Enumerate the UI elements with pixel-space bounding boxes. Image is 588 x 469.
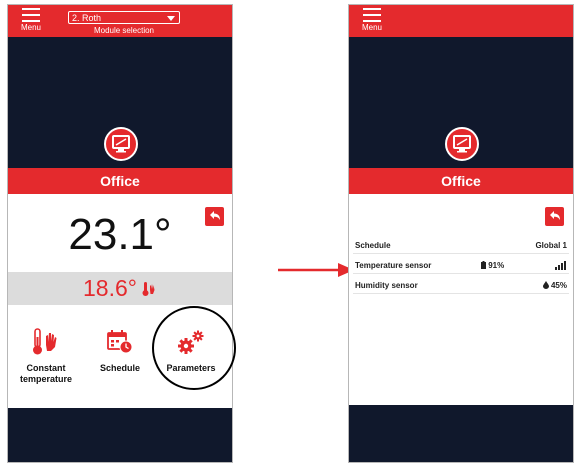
menu-button[interactable]: Menu (16, 8, 46, 36)
battery-icon (481, 261, 486, 269)
signal-icon (555, 261, 566, 270)
schedule-row[interactable]: Schedule Global 1 (353, 238, 569, 254)
menu-button[interactable]: Menu (357, 8, 387, 36)
thermometer-icon (141, 273, 157, 306)
phone-screen-right: Menu Office Schedule Global 1 Temperatur… (348, 4, 574, 463)
temperature-sensor-row[interactable]: Temperature sensor 91% (353, 258, 569, 274)
row-value: Global 1 (535, 241, 567, 250)
hamburger-icon (22, 8, 40, 22)
back-button[interactable] (545, 207, 564, 226)
monitor-icon (445, 127, 479, 161)
module-selection-label: Module selection (93, 26, 155, 35)
constant-temperature-label-1: Constant (26, 363, 66, 373)
constant-temperature-tile[interactable]: Constant temperature (14, 327, 78, 385)
battery-status: 91% (481, 261, 504, 270)
arrow-right-icon (278, 263, 354, 277)
monitor-icon (104, 127, 138, 161)
schedule-tile[interactable]: Schedule (88, 327, 152, 374)
room-name: Office (441, 173, 481, 189)
set-temperature: 18.6° (83, 275, 137, 301)
back-arrow-icon (550, 211, 560, 220)
phone-screen-left: Menu 2. Roth Module selection Office 23.… (7, 4, 233, 463)
row-label: Temperature sensor (355, 261, 432, 270)
menu-label: Menu (361, 23, 382, 32)
row-label: Schedule (355, 241, 391, 250)
calendar-clock-icon (88, 327, 152, 357)
content-panel (349, 194, 573, 405)
schedule-label: Schedule (99, 363, 140, 373)
highlight-circle (152, 306, 236, 390)
module-select-value: 2. Roth (72, 13, 102, 23)
current-temperature: 23.1° (68, 210, 172, 259)
room-name: Office (100, 173, 140, 189)
signal-status (555, 261, 567, 272)
menu-label: Menu (20, 23, 41, 32)
constant-temperature-label-2: temperature (19, 374, 73, 384)
module-select[interactable]: 2. Roth (68, 11, 180, 24)
chevron-down-icon (167, 16, 175, 21)
humidity-sensor-row[interactable]: Humidity sensor 45% (353, 278, 569, 294)
battery-value: 91% (488, 261, 505, 270)
thermometer-hand-icon (14, 327, 78, 357)
drop-icon (542, 281, 549, 289)
humidity-value: 45% (550, 281, 567, 290)
row-label: Humidity sensor (355, 281, 418, 290)
humidity-status: 45% (542, 281, 567, 290)
set-temperature-row[interactable]: 18.6° (8, 272, 232, 305)
hamburger-icon (363, 8, 381, 22)
